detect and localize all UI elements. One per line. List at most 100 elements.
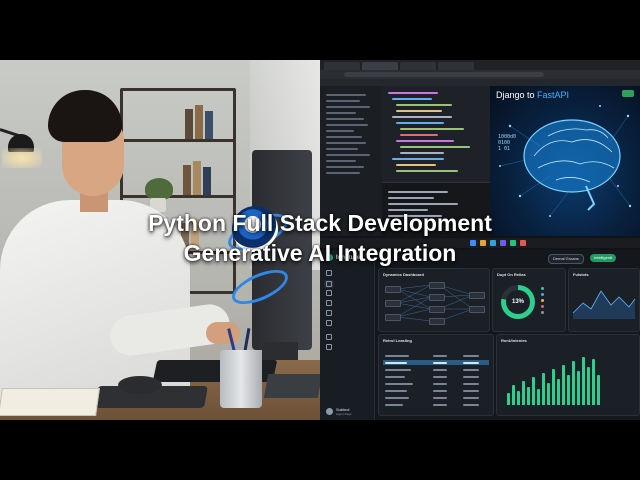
legend-dot: [541, 299, 544, 302]
shelf: [123, 195, 233, 198]
nn-node: [385, 300, 401, 307]
sidebar-item[interactable]: [326, 270, 332, 276]
nav-icon: [326, 290, 332, 296]
headline-line-1: Python Full Stack Development: [148, 210, 492, 236]
file-row: [326, 160, 356, 162]
dashboard-app: Innoture Subinol Agent Page Demal Groans…: [320, 250, 640, 420]
file-row: [326, 94, 366, 96]
table-row[interactable]: [383, 395, 489, 400]
table-cell: [433, 369, 447, 371]
table-cell: [463, 376, 479, 378]
book: [183, 165, 191, 195]
chart-bar: [567, 375, 570, 405]
nav-icon: [326, 300, 332, 306]
notebook: [0, 388, 100, 416]
file-row: [326, 100, 360, 102]
ronulntenles-card: RonUlntenles: [496, 334, 640, 416]
table-cell: [433, 404, 447, 406]
chart-bar: [507, 393, 510, 405]
card-title: Dupt On Rellas: [497, 272, 526, 277]
browser-tab: [362, 62, 398, 70]
table-cell: [433, 362, 447, 364]
bookmarks-bar: [320, 79, 640, 86]
legend-dot: [541, 293, 544, 296]
nn-node: [385, 314, 401, 321]
headline-line-2: Generative AI Integration: [183, 240, 457, 266]
terminal-line: [388, 197, 434, 199]
table-row[interactable]: [383, 374, 489, 379]
nav-icon: [326, 270, 332, 276]
chart-bar: [527, 387, 530, 405]
code-line: [392, 158, 444, 160]
chart-bar: [517, 391, 520, 405]
file-row: [326, 166, 364, 168]
url-field: [344, 72, 544, 77]
table-cell: [433, 376, 447, 378]
code-line: [396, 110, 442, 112]
table-row[interactable]: [383, 367, 489, 372]
table-cell: [385, 383, 413, 385]
nn-node: [385, 286, 401, 293]
table-row[interactable]: [383, 360, 489, 365]
person-hair: [48, 90, 122, 142]
legend-row: [541, 299, 544, 302]
nav-icon: [326, 310, 332, 316]
legend-dot: [541, 305, 544, 308]
legend-row: [541, 311, 544, 314]
fulstots-card: Fulstots: [568, 268, 640, 332]
table-cell: [385, 397, 409, 399]
nav-icon: [326, 344, 332, 350]
sidebar-item[interactable]: [326, 300, 332, 306]
legend-dot: [541, 311, 544, 314]
sidebar-item[interactable]: [326, 344, 332, 350]
pen-cup: [220, 350, 262, 408]
code-line: [400, 146, 470, 148]
terminal-line: [388, 191, 448, 193]
sidebar-item-active[interactable]: [324, 280, 334, 288]
table-row[interactable]: [383, 381, 489, 386]
nav-icon: [326, 320, 332, 326]
sidebar-item[interactable]: [326, 310, 332, 316]
table-cell: [433, 390, 447, 392]
brain-shape: [523, 119, 621, 211]
code-line: [392, 98, 432, 100]
nav-icon: [326, 334, 332, 340]
nn-node: [469, 306, 485, 313]
code-line: [400, 152, 444, 154]
table-row[interactable]: [383, 402, 489, 407]
terminal-line: [388, 203, 458, 205]
sidebar-item[interactable]: [326, 320, 332, 326]
table-cell: [463, 383, 479, 385]
table-row[interactable]: [383, 353, 489, 358]
browser-tab-bar: [320, 60, 640, 70]
book: [185, 109, 193, 139]
nn-node: [429, 318, 445, 325]
code-line: [396, 122, 444, 124]
code-line: [400, 128, 464, 130]
table-cell: [463, 369, 479, 371]
table-cell: [463, 404, 479, 406]
card-title: RonUlntenles: [501, 338, 527, 343]
table-cell: [433, 397, 447, 399]
dupt-on-rellas-card: Dupt On Rellas 13%: [492, 268, 566, 332]
file-row: [326, 106, 370, 108]
card-title: Retrol Leasling: [383, 338, 412, 343]
code-line: [396, 170, 458, 172]
retrol-leasling-card: Retrol Leasling: [378, 334, 494, 416]
table-row[interactable]: [383, 388, 489, 393]
sidebar-item[interactable]: [326, 334, 332, 340]
table-cell: [433, 383, 447, 385]
code-line: [388, 92, 438, 94]
chart-bar: [572, 361, 575, 405]
table-cell: [463, 362, 479, 364]
table-cell: [385, 376, 405, 378]
user-chip[interactable]: Subinol Agent Page: [326, 407, 352, 416]
code-line: [396, 140, 454, 142]
sidebar-item[interactable]: [326, 290, 332, 296]
file-row: [326, 142, 366, 144]
chart-bar: [512, 385, 515, 405]
chart-bar: [547, 383, 550, 405]
legend-row: [541, 293, 544, 296]
chart-bar: [522, 381, 525, 405]
chart-bar: [552, 369, 555, 405]
